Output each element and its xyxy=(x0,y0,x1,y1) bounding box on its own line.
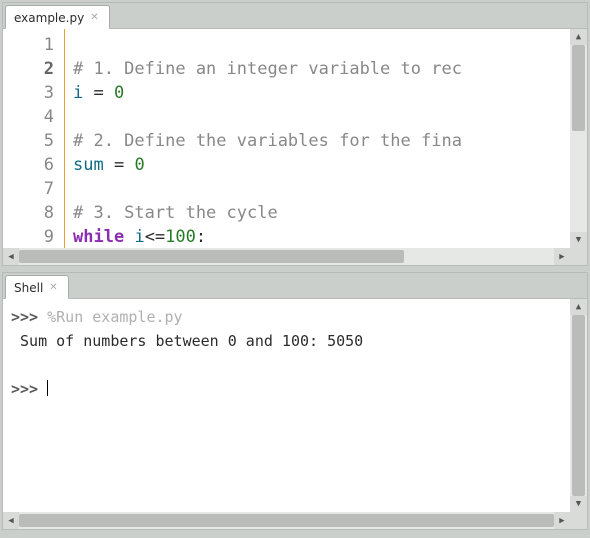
editor-pane: example.py ✕ 1 2 3 4 5 6 7 8 9 # 1. Defi… xyxy=(2,2,588,266)
shell-console[interactable]: >>> %Run example.py Sum of numbers betwe… xyxy=(3,299,570,512)
scroll-down-icon[interactable]: ▼ xyxy=(570,232,587,248)
cursor-icon xyxy=(47,380,48,396)
scroll-thumb[interactable] xyxy=(19,514,554,527)
editor-tab-label: example.py xyxy=(14,11,84,25)
scroll-up-icon[interactable]: ▲ xyxy=(570,29,587,45)
shell-pane: Shell ✕ >>> %Run example.py Sum of numbe… xyxy=(2,272,588,530)
shell-tab-label: Shell xyxy=(14,281,43,295)
editor-tabstrip: example.py ✕ xyxy=(3,3,587,29)
scroll-thumb[interactable] xyxy=(572,45,585,131)
editor-horizontal-scrollbar[interactable]: ◀ ▶ xyxy=(3,248,570,265)
scroll-right-icon[interactable]: ▶ xyxy=(554,248,570,265)
shell-horizontal-scrollbar[interactable]: ◀ ▶ xyxy=(3,512,570,529)
scroll-thumb[interactable] xyxy=(572,315,585,496)
close-icon[interactable]: ✕ xyxy=(49,283,57,293)
scroll-up-icon[interactable]: ▲ xyxy=(570,299,587,315)
scroll-left-icon[interactable]: ◀ xyxy=(3,512,19,529)
shell-run-command: %Run example.py xyxy=(47,308,182,326)
editor-tab[interactable]: example.py ✕ xyxy=(5,5,110,29)
editor-vertical-scrollbar[interactable]: ▲ ▼ xyxy=(570,29,587,248)
scroll-track[interactable] xyxy=(19,512,554,529)
shell-prompt: >>> xyxy=(11,308,47,326)
shell-tabstrip: Shell ✕ xyxy=(3,273,587,299)
scroll-left-icon[interactable]: ◀ xyxy=(3,248,19,265)
shell-tab[interactable]: Shell ✕ xyxy=(5,275,69,299)
scroll-corner xyxy=(570,248,587,265)
close-icon[interactable]: ✕ xyxy=(90,13,98,23)
scroll-corner xyxy=(570,512,587,529)
scroll-track[interactable] xyxy=(570,315,587,496)
line-number-gutter: 1 2 3 4 5 6 7 8 9 xyxy=(3,29,65,248)
shell-vertical-scrollbar[interactable]: ▲ ▼ xyxy=(570,299,587,512)
shell-prompt: >>> xyxy=(11,380,47,398)
scroll-right-icon[interactable]: ▶ xyxy=(554,512,570,529)
code-editor[interactable]: # 1. Define an integer variable to rec i… xyxy=(65,29,570,248)
scroll-down-icon[interactable]: ▼ xyxy=(570,496,587,512)
scroll-thumb[interactable] xyxy=(19,250,404,263)
scroll-track[interactable] xyxy=(570,45,587,232)
shell-output: Sum of numbers between 0 and 100: 5050 xyxy=(11,332,363,350)
scroll-track[interactable] xyxy=(19,248,554,265)
